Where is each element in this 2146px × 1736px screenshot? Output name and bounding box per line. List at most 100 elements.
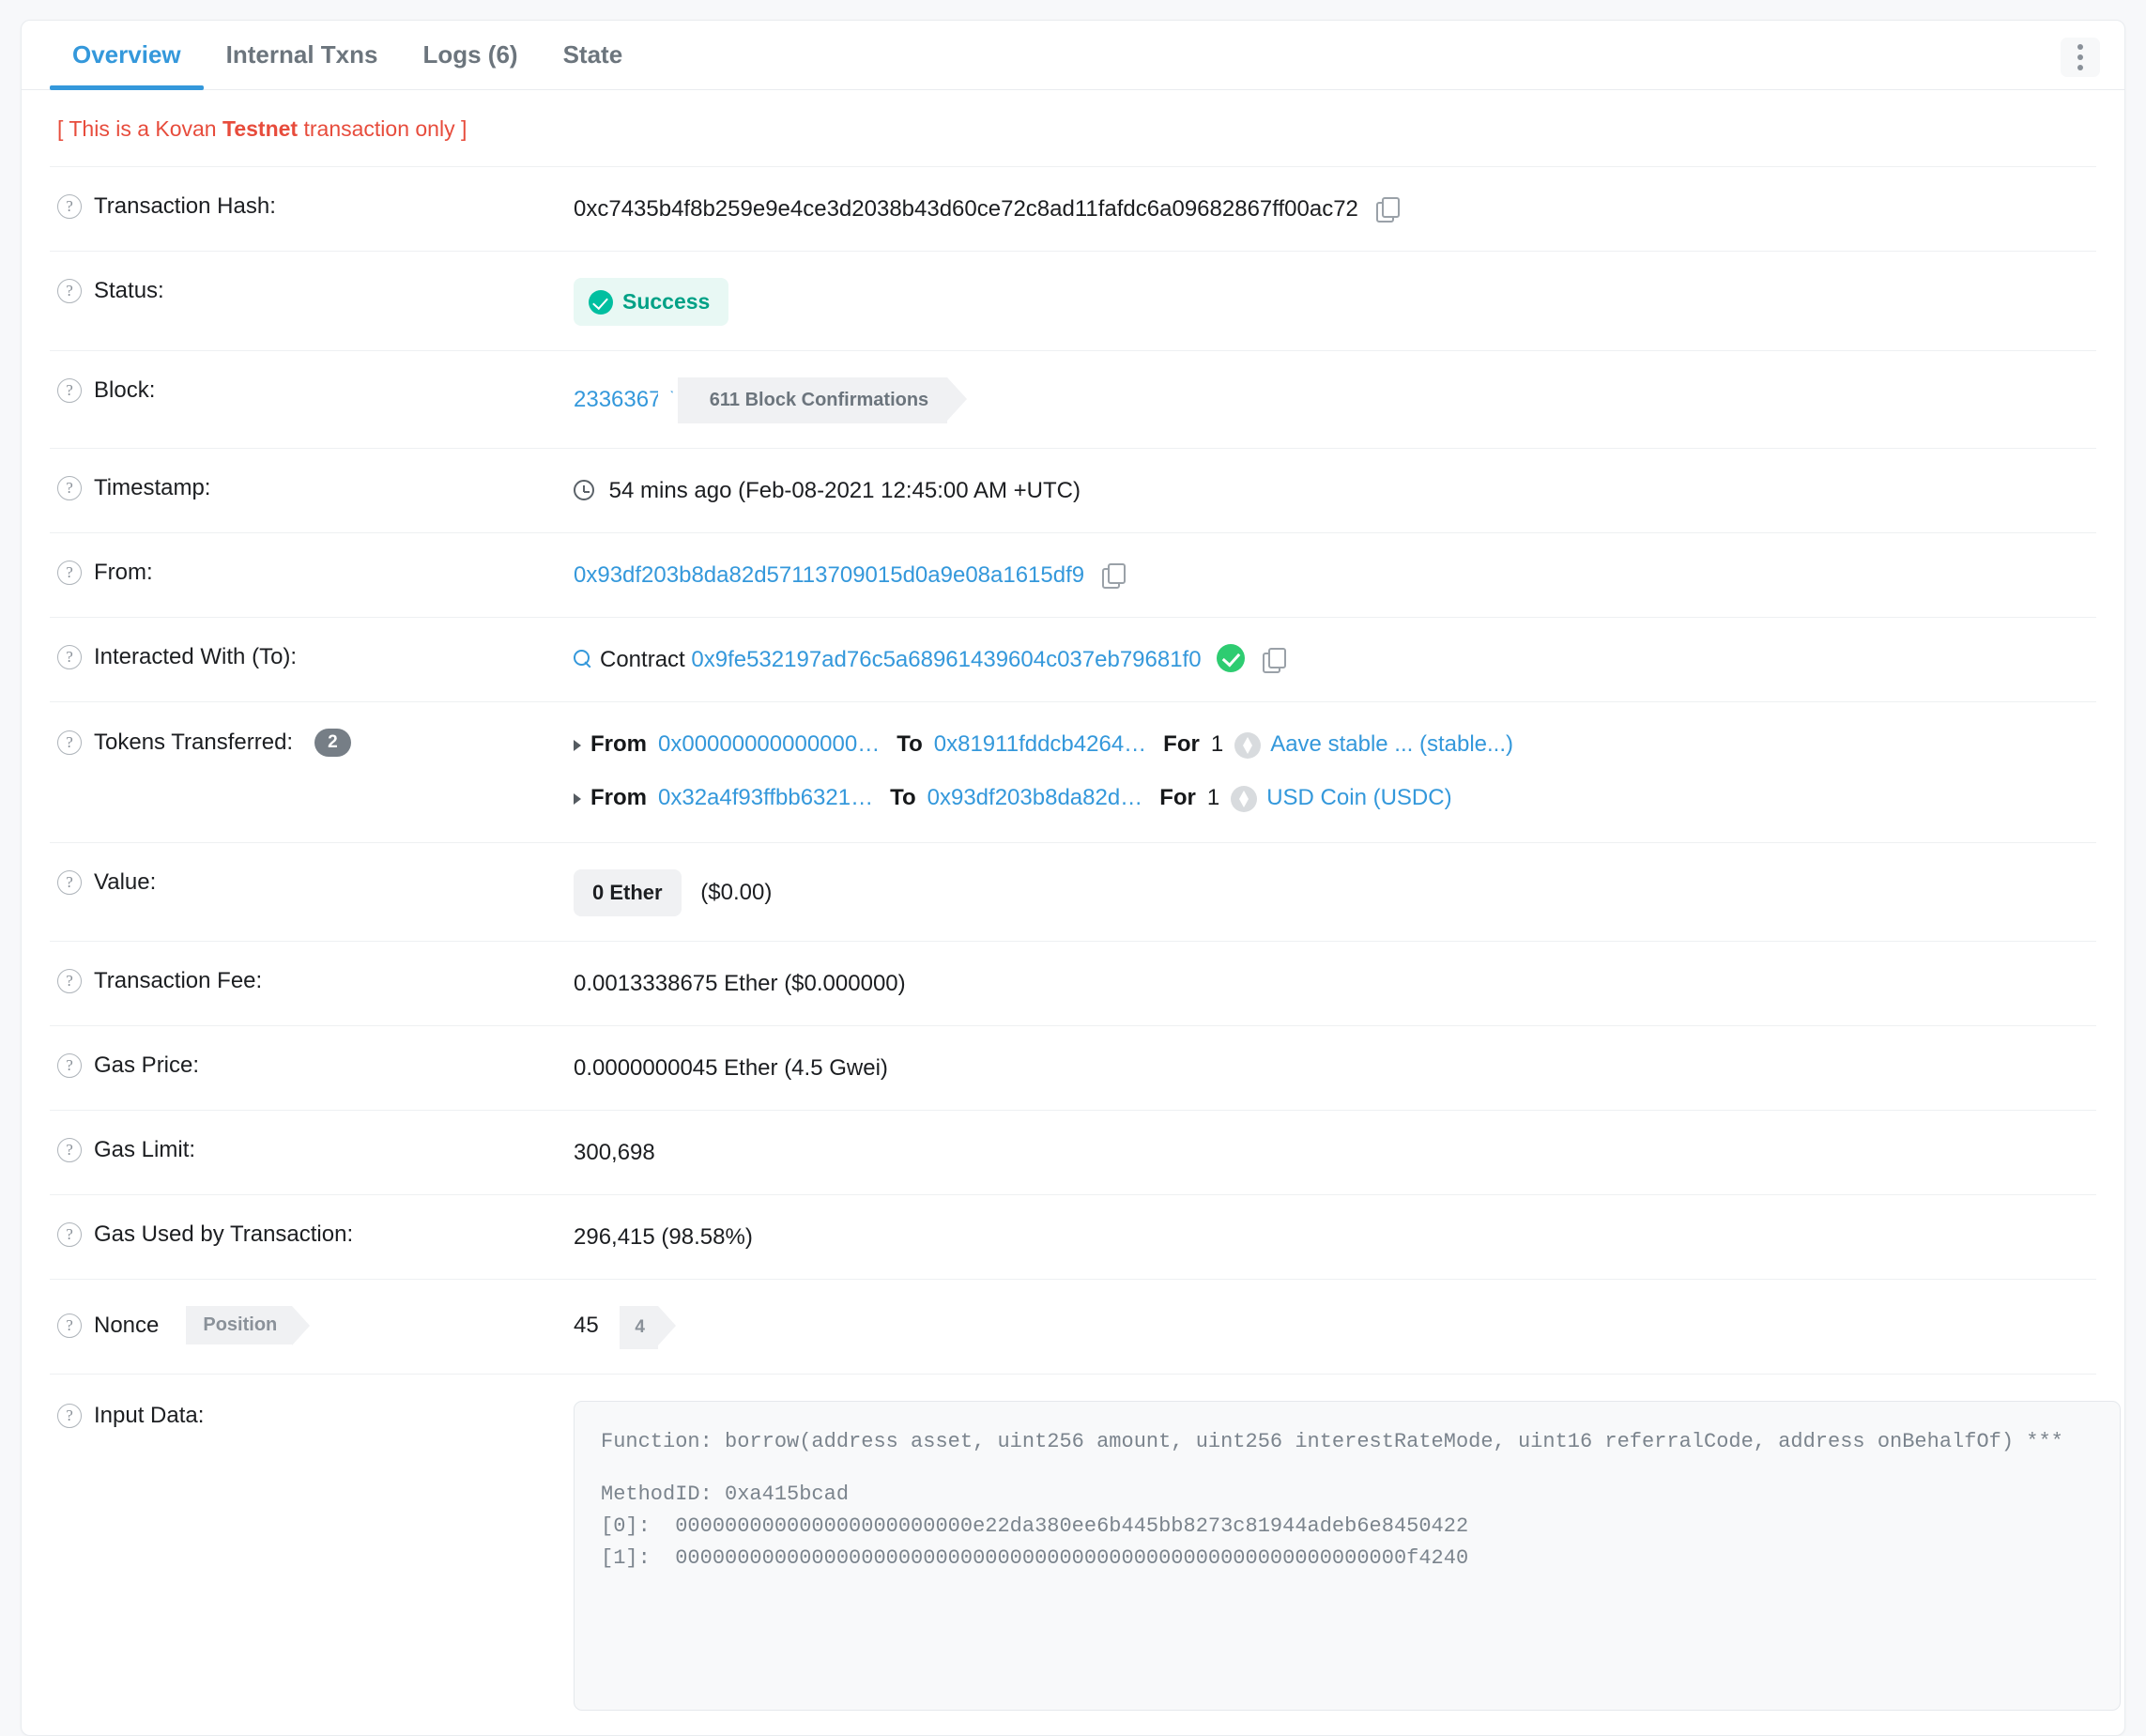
clock-icon <box>574 480 594 501</box>
help-icon[interactable]: ? <box>57 1403 82 1428</box>
details-body: [ This is a Kovan Testnet transaction on… <box>22 90 2124 1735</box>
value-interacted-with: Contract 0x9fe532197ad76c5a68961439604c0… <box>574 642 2089 677</box>
nonce-value: 45 <box>574 1313 599 1339</box>
position-value-badge: 4 <box>620 1306 676 1349</box>
row-gas-limit: ? Gas Limit: 300,698 <box>50 1111 2096 1196</box>
magnifier-icon[interactable] <box>574 650 592 668</box>
help-icon[interactable]: ? <box>57 969 82 994</box>
label-block: ? Block: <box>57 376 574 404</box>
help-icon[interactable]: ? <box>57 1053 82 1079</box>
testnet-notice: [ This is a Kovan Testnet transaction on… <box>50 90 2096 167</box>
label-value-text: Value: <box>94 869 157 896</box>
label-interacted-with: ? Interacted With (To): <box>57 642 574 670</box>
value-gas-limit: 300,698 <box>574 1140 655 1166</box>
copy-icon[interactable] <box>1375 197 1400 223</box>
label-timestamp-text: Timestamp: <box>94 475 211 501</box>
tab-internal-txns[interactable]: Internal Txns <box>204 21 401 89</box>
row-gas-used: ? Gas Used by Transaction: 296,415 (98.5… <box>50 1195 2096 1281</box>
status-badge-label: Success <box>622 289 711 314</box>
help-icon[interactable]: ? <box>57 645 82 670</box>
contract-word: Contract <box>600 647 685 673</box>
label-value: ? Value: <box>57 868 574 896</box>
value-ether-pill: 0 Ether <box>574 869 682 917</box>
token-to-address[interactable]: 0x93df203b8da82d… <box>927 782 1143 815</box>
tab-logs[interactable]: Logs (6) <box>400 21 540 89</box>
label-from: ? From: <box>57 558 574 586</box>
token-amount: 1 <box>1210 731 1224 758</box>
token-from-word: From <box>590 785 647 811</box>
copy-icon[interactable] <box>1262 648 1286 674</box>
row-transaction-fee: ? Transaction Fee: 0.0013338675 Ether ($… <box>50 942 2096 1027</box>
input-data-spacer <box>601 1458 2093 1479</box>
input-data-function-signature: Function: borrow(address asset, uint256 … <box>601 1429 2063 1453</box>
label-tokens-transferred-text: Tokens Transferred: <box>94 730 294 756</box>
row-status: ? Status: Success <box>50 252 2096 352</box>
value-transaction-fee: 0.0013338675 Ether ($0.000000) <box>574 971 906 997</box>
help-icon[interactable]: ? <box>57 561 82 586</box>
row-value: ? Value: 0 Ether ($0.00) <box>50 843 2096 943</box>
label-transaction-hash-text: Transaction Hash: <box>94 193 276 219</box>
label-status: ? Status: <box>57 276 574 304</box>
kebab-dot-icon <box>2077 54 2083 60</box>
expand-caret-icon[interactable] <box>574 739 581 751</box>
value-value: 0 Ether ($0.00) <box>574 868 2089 917</box>
value-input-data: Function: borrow(address asset, uint256 … <box>574 1400 2121 1711</box>
help-icon[interactable]: ? <box>57 1222 82 1248</box>
token-name-link[interactable]: USD Coin (USDC) <box>1266 782 1451 815</box>
help-icon[interactable]: ? <box>57 1313 82 1338</box>
tokens-count-badge: 2 <box>314 729 351 758</box>
label-input-data: ? Input Data: <box>57 1401 574 1429</box>
label-gas-limit: ? Gas Limit: <box>57 1135 574 1163</box>
help-icon[interactable]: ? <box>57 870 82 896</box>
copy-icon[interactable] <box>1101 563 1126 590</box>
more-options-button[interactable] <box>2061 38 2100 77</box>
block-confirmations-wrap: 23363677 611 Block Confirmations <box>574 377 968 424</box>
label-timestamp: ? Timestamp: <box>57 473 574 501</box>
value-tokens-transferred: From 0x00000000000000… To 0x81911fddcb42… <box>574 727 2089 815</box>
label-transaction-hash: ? Transaction Hash: <box>57 192 574 220</box>
expand-caret-icon[interactable] <box>574 792 581 805</box>
token-to-address[interactable]: 0x81911fddcb4264… <box>934 729 1146 761</box>
help-icon[interactable]: ? <box>57 279 82 303</box>
help-icon[interactable]: ? <box>57 194 82 219</box>
contract-address-link[interactable]: 0x9fe532197ad76c5a68961439604c037eb79681… <box>691 647 1201 672</box>
tab-state[interactable]: State <box>541 21 646 89</box>
row-input-data: ? Input Data: Function: borrow(address a… <box>50 1375 2121 1735</box>
testnet-notice-prefix: [ This is a Kovan <box>57 116 222 141</box>
token-from-address[interactable]: 0x00000000000000… <box>658 729 880 761</box>
value-block: 23363677 611 Block Confirmations <box>574 376 2089 424</box>
label-gas-used: ? Gas Used by Transaction: <box>57 1220 574 1248</box>
label-nonce-text: Nonce <box>94 1312 160 1338</box>
help-icon[interactable]: ? <box>57 476 82 501</box>
token-icon <box>1231 785 1258 812</box>
input-data-textarea[interactable]: Function: borrow(address asset, uint256 … <box>574 1400 2121 1711</box>
tab-overview[interactable]: Overview <box>50 21 204 90</box>
verified-check-icon <box>1217 644 1246 673</box>
value-gas-used: 296,415 (98.58%) <box>574 1224 753 1251</box>
kebab-dot-icon <box>2077 65 2083 70</box>
transaction-hash-value: 0xc7435b4f8b259e9e4ce3d2038b43d60ce72c8a… <box>574 196 1358 222</box>
help-icon[interactable]: ? <box>57 1138 82 1163</box>
token-name-link[interactable]: Aave stable ... (stable...) <box>1270 729 1513 761</box>
row-block: ? Block: 23363677 611 Block Confirmation… <box>50 351 2096 450</box>
tab-logs-label: Logs (6) <box>422 40 518 69</box>
token-icon <box>1234 731 1262 759</box>
position-label-badge: Position <box>186 1306 311 1346</box>
label-transaction-fee: ? Transaction Fee: <box>57 966 574 994</box>
input-data-method-id: MethodID: 0xa415bcad <box>601 1482 850 1506</box>
timestamp-value: 54 mins ago (Feb-08-2021 12:45:00 AM +UT… <box>608 478 1081 504</box>
block-confirmations-badge: 611 Block Confirmations <box>657 377 968 424</box>
token-amount: 1 <box>1206 785 1220 811</box>
help-icon[interactable]: ? <box>57 730 82 756</box>
token-from-address[interactable]: 0x32a4f93ffbb6321… <box>658 782 873 815</box>
kebab-dot-icon <box>2077 44 2083 50</box>
token-to-word: To <box>890 785 916 811</box>
label-interacted-with-text: Interacted With (To): <box>94 644 298 670</box>
label-transaction-fee-text: Transaction Fee: <box>94 968 263 994</box>
value-timestamp: 54 mins ago (Feb-08-2021 12:45:00 AM +UT… <box>574 473 2089 508</box>
row-interacted-with: ? Interacted With (To): Contract 0x9fe53… <box>50 618 2096 703</box>
token-for-word: For <box>1159 785 1196 811</box>
from-address-link[interactable]: 0x93df203b8da82d57113709015d0a9e08a1615d… <box>574 562 1084 588</box>
label-gas-used-text: Gas Used by Transaction: <box>94 1221 354 1248</box>
help-icon[interactable]: ? <box>57 378 82 404</box>
